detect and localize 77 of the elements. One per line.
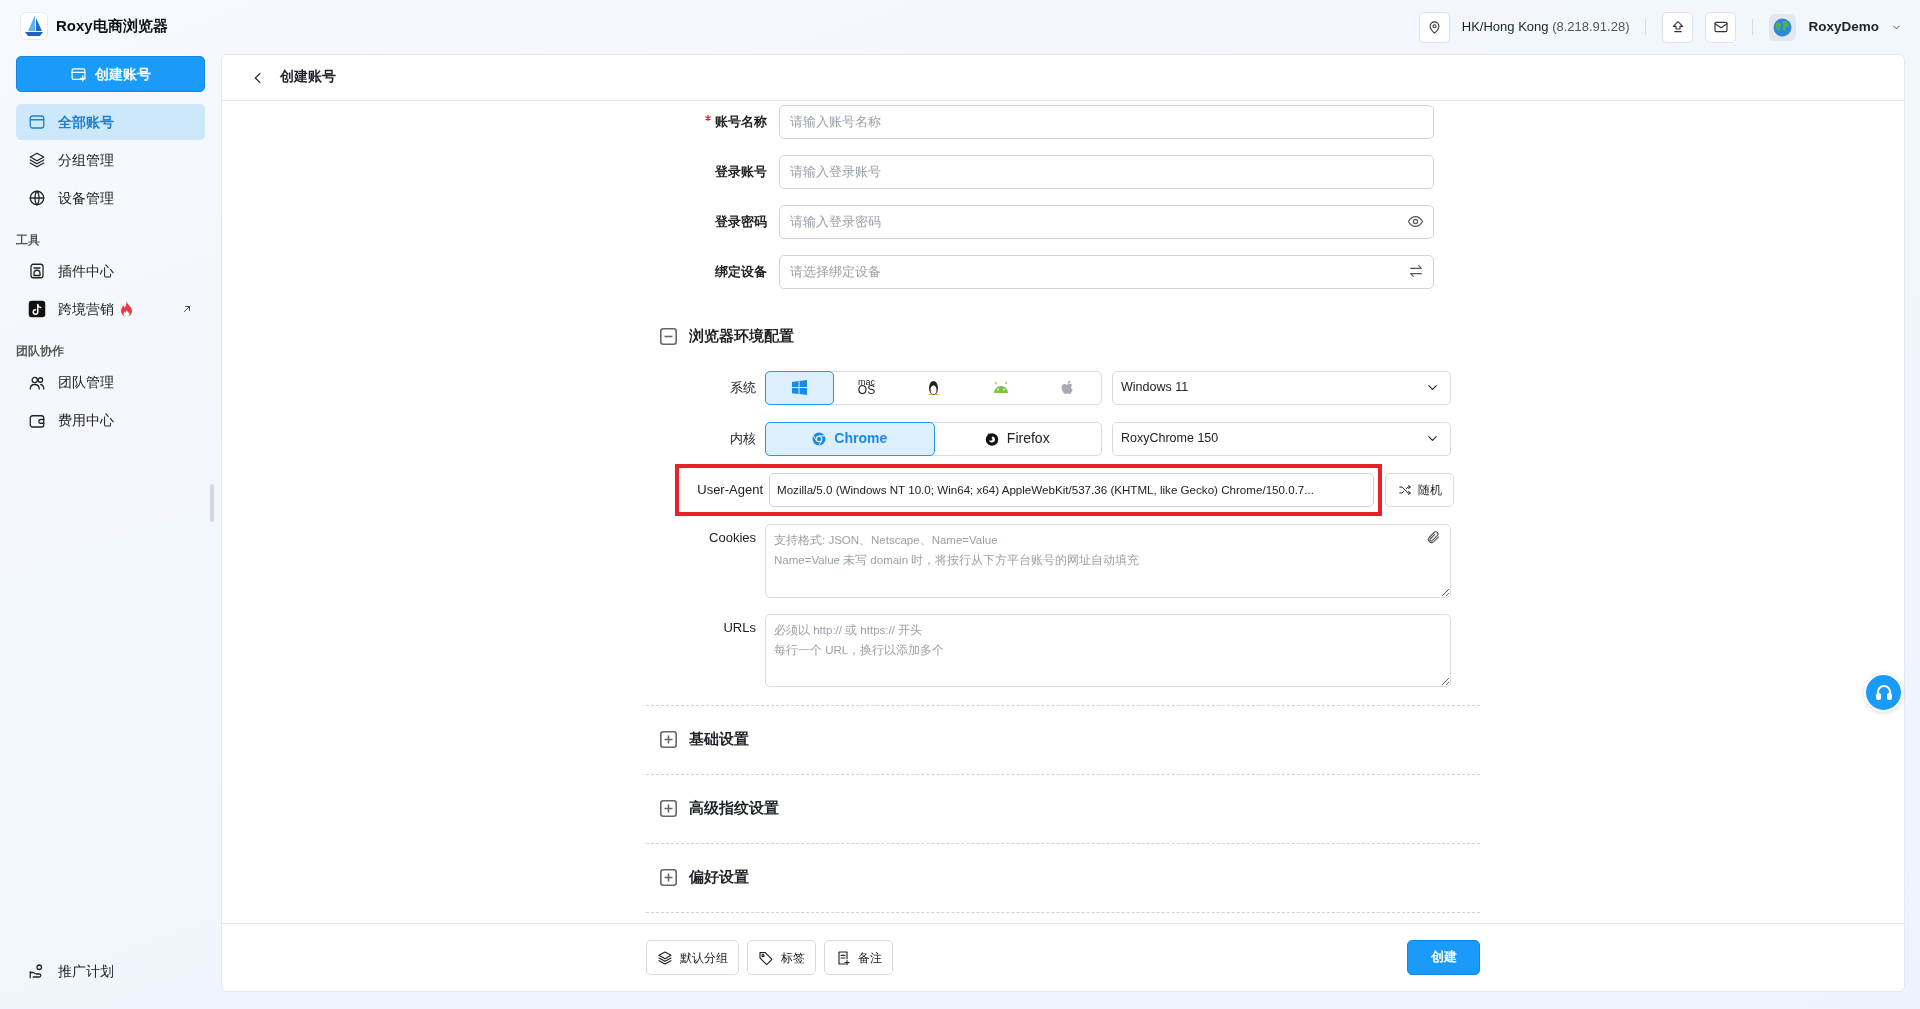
field-label: 系统 bbox=[729, 378, 757, 397]
footer-button[interactable]: 标签 bbox=[747, 940, 816, 975]
section-title[interactable]: 偏好设置 bbox=[689, 866, 749, 889]
random-button[interactable]: 随机 bbox=[1385, 472, 1454, 507]
paperclip-icon bbox=[1426, 529, 1441, 545]
field-label: 绑定设备 bbox=[715, 263, 767, 281]
android-icon bbox=[992, 381, 1009, 394]
mail-button[interactable] bbox=[1705, 11, 1737, 43]
swap-arrows-icon bbox=[1408, 263, 1424, 279]
os-option[interactable] bbox=[765, 370, 834, 405]
field-label: Cookies bbox=[708, 528, 757, 547]
password-field[interactable]: 请输入登录密码 bbox=[779, 205, 1434, 239]
kernel-version-select[interactable]: RoxyChrome 150 bbox=[1112, 421, 1451, 456]
os-option[interactable]: mac OS bbox=[832, 370, 901, 405]
layers-icon bbox=[657, 949, 673, 966]
apple-icon bbox=[1061, 379, 1074, 396]
section-title[interactable]: 基础设置 bbox=[689, 728, 749, 751]
macos-icon: mac OS bbox=[857, 379, 876, 396]
urls-field[interactable] bbox=[765, 613, 1451, 687]
sidebar-item[interactable]: 分组管理 bbox=[16, 142, 205, 178]
sidebar-item[interactable]: 费用中心 bbox=[16, 402, 205, 439]
section-heading: 团队协作 bbox=[16, 344, 65, 360]
field-label: URLs bbox=[722, 618, 757, 637]
input-field[interactable]: 请输入账号名称 bbox=[779, 105, 1434, 139]
field-label: 内核 bbox=[729, 429, 757, 448]
placeholder-text: Name=Value 未写 domain 时，将按行从下方平台账号的网址自动填充 bbox=[774, 552, 1140, 568]
sailboat-logo bbox=[20, 12, 48, 40]
sidebar-item[interactable]: 插件中心 bbox=[16, 253, 205, 290]
sidebar-item[interactable]: 团队管理 bbox=[16, 364, 205, 401]
footer-button[interactable]: 备注 bbox=[824, 940, 893, 975]
globe-icon bbox=[28, 189, 46, 207]
window-plus-icon bbox=[70, 65, 87, 83]
layers-icon bbox=[28, 151, 46, 169]
plugin-icon bbox=[28, 262, 46, 281]
location-button[interactable] bbox=[1418, 11, 1450, 43]
headset-icon bbox=[1873, 682, 1894, 703]
location-text: HK/Hong Kong (8.218.91.28) bbox=[1461, 18, 1630, 37]
kernel-option[interactable]: Firefox bbox=[932, 421, 1102, 456]
os-version-select[interactable]: Windows 11 bbox=[1112, 370, 1451, 405]
windows-icon bbox=[792, 380, 807, 395]
field-label: 登录密码 bbox=[715, 213, 767, 231]
field-label: 账号名称 bbox=[715, 113, 767, 131]
placeholder-text: 每行一个 URL，换行以添加多个 bbox=[774, 642, 945, 658]
section-title[interactable]: 浏览器环境配置 bbox=[689, 325, 794, 348]
expand-icon[interactable] bbox=[660, 869, 677, 886]
field-label: 登录账号 bbox=[715, 163, 767, 181]
window-icon bbox=[28, 113, 46, 131]
input-field[interactable]: 请输入登录账号 bbox=[779, 155, 1434, 189]
collapse-icon[interactable] bbox=[660, 327, 677, 345]
avatar[interactable] bbox=[1769, 13, 1797, 41]
penguin-icon bbox=[927, 379, 940, 396]
section-heading: 工具 bbox=[16, 233, 41, 248]
page-title: 创建账号 bbox=[280, 68, 336, 87]
cookies-field[interactable] bbox=[765, 523, 1451, 598]
shuffle-icon bbox=[1397, 482, 1412, 497]
user-agent-field[interactable]: Mozilla/5.0 (Windows NT 10.0; Win64; x64) AppleWebKit/537.36 (KHTML, like Gecko) Chrome/150.0.7... bbox=[769, 472, 1374, 507]
note-icon bbox=[835, 949, 851, 966]
expand-icon[interactable] bbox=[660, 731, 677, 748]
music-note-icon bbox=[28, 300, 46, 319]
placeholder-text: 支持格式: JSON、Netscape、Name=Value bbox=[774, 532, 999, 548]
footer-button[interactable]: 默认分组 bbox=[646, 940, 739, 975]
mail-icon bbox=[1712, 19, 1729, 35]
tag-icon bbox=[758, 949, 774, 966]
section-title[interactable]: 高级指纹设置 bbox=[689, 797, 779, 820]
sidebar-item[interactable]: 推广计划 bbox=[16, 953, 205, 989]
user-name[interactable]: RoxyDemo bbox=[1808, 16, 1879, 38]
firefox-icon bbox=[984, 431, 999, 446]
sidebar-item[interactable]: 设备管理 bbox=[16, 180, 205, 216]
app-name: Roxy电商浏览器 bbox=[56, 15, 168, 36]
device-select[interactable]: 请选择绑定设备 bbox=[779, 255, 1434, 289]
placeholder-text: 必须以 http:// 或 https:// 开头 bbox=[774, 622, 924, 638]
sidebar-item[interactable]: 跨境营销 bbox=[16, 291, 205, 328]
expand-icon[interactable] bbox=[660, 800, 677, 817]
eye-icon bbox=[1407, 213, 1424, 230]
chrome-icon bbox=[812, 431, 827, 446]
upload-button[interactable] bbox=[1662, 11, 1694, 43]
field-label: User-Agent bbox=[696, 480, 764, 499]
